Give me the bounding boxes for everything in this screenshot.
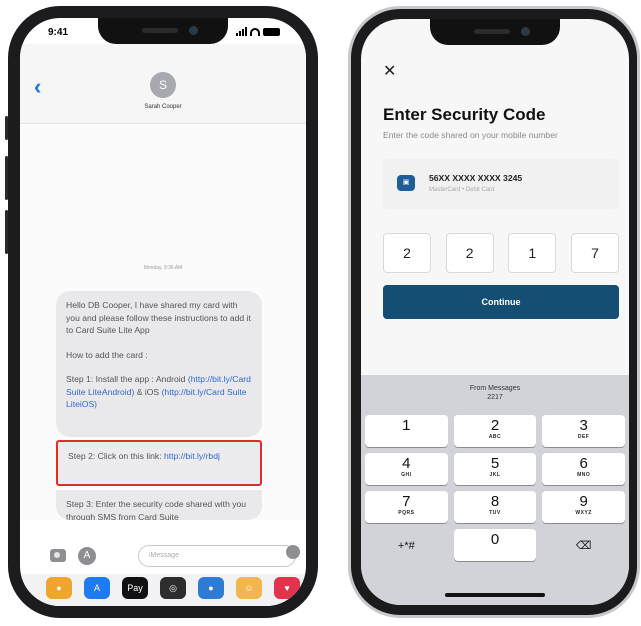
message-input[interactable]: iMessage: [138, 545, 296, 567]
message-step1: Step 1: Install the app : Android (http:…: [66, 374, 251, 409]
conversation-body: Monday, 9:36 AM Hello DB Cooper, I have …: [20, 125, 306, 520]
key-0[interactable]: 0: [453, 529, 537, 561]
apple-pay-icon[interactable]: Pay: [122, 577, 148, 599]
notch: [98, 18, 228, 44]
signal-icon: [236, 27, 247, 36]
messages-screen: 9:41 ‹ S Sarah Cooper Monday, 9:36 AM He…: [20, 18, 306, 606]
left-phone: 9:41 ‹ S Sarah Cooper Monday, 9:36 AM He…: [5, 6, 318, 618]
keypad-grid: 1 2 ABC 3 DEF 4 GHI 5 JKL 6 MNO 7 PQRS 8 TUV 9 WXYZ +*# 0 ⌫: [365, 415, 625, 561]
code-input-row: 2 2 1 7: [383, 233, 619, 273]
card-number: 56XX XXXX XXXX 3245: [429, 173, 523, 183]
app-store-drawer-icon[interactable]: A: [84, 577, 110, 599]
key-1[interactable]: 1: [365, 415, 448, 447]
volume-down-button: [5, 210, 8, 254]
key-symbols[interactable]: +*#: [365, 529, 448, 561]
contact-name[interactable]: Sarah Cooper: [20, 104, 306, 110]
suggestion-label: From Messages: [469, 385, 521, 392]
chevron-left-icon[interactable]: ‹: [34, 74, 41, 100]
memoji-icon[interactable]: ●: [198, 577, 224, 599]
code-digit-4[interactable]: 7: [570, 233, 619, 273]
home-indicator: [445, 593, 545, 597]
notch: [430, 19, 560, 45]
avatar[interactable]: S: [150, 72, 176, 98]
page-title: Enter Security Code: [383, 105, 546, 124]
message-greeting: Hello DB Cooper, I have shared my card w…: [66, 300, 251, 335]
key-2[interactable]: 2 ABC: [453, 415, 537, 447]
app-drawer: ● A Pay ◎ ● ☺ ♥: [20, 574, 306, 606]
key-7[interactable]: 7 PQRS: [365, 491, 448, 523]
status-time: 9:41: [48, 27, 69, 38]
message-bubble: Hello DB Cooper, I have shared my card w…: [56, 291, 262, 437]
card-type: MasterCard • Debit Card: [429, 187, 495, 193]
backspace-icon[interactable]: ⌫: [542, 529, 625, 561]
key-5[interactable]: 5 JKL: [453, 453, 537, 485]
mute-switch: [5, 116, 8, 140]
animoji-icon[interactable]: ☺: [236, 577, 262, 599]
security-code-screen: ✕ Enter Security Code Enter the code sha…: [361, 19, 629, 605]
conversation-header: ‹ S Sarah Cooper: [20, 44, 306, 124]
autofill-suggestion[interactable]: From Messages 2217: [361, 375, 629, 411]
key-6[interactable]: 6 MNO: [542, 453, 625, 485]
right-phone: ✕ Enter Security Code Enter the code sha…: [348, 6, 640, 618]
photos-icon[interactable]: ●: [46, 577, 72, 599]
key-8[interactable]: 8 TUV: [453, 491, 537, 523]
page-subtitle: Enter the code shared on your mobile num…: [383, 130, 558, 140]
fitness-icon[interactable]: ◎: [160, 577, 186, 599]
card-icon: ▣: [397, 175, 415, 191]
message-step3: Step 3: Enter the security code shared w…: [56, 490, 262, 520]
card-summary: ▣ 56XX XXXX XXXX 3245 MasterCard • Debit…: [383, 159, 619, 209]
code-digit-2[interactable]: 2: [445, 233, 494, 273]
audio-icon[interactable]: [286, 545, 300, 559]
code-digit-3[interactable]: 1: [508, 233, 557, 273]
camera-icon[interactable]: [50, 549, 66, 562]
suggestion-code: 2217: [487, 394, 503, 401]
numeric-keyboard: From Messages 2217 1 2 ABC 3 DEF 4 GHI 5 JKL 6 MNO…: [361, 375, 629, 605]
card-link[interactable]: http://bit.ly/rbdj: [164, 451, 220, 461]
continue-button[interactable]: Continue: [383, 285, 619, 319]
volume-up-button: [5, 156, 8, 200]
battery-icon: [263, 27, 280, 36]
key-4[interactable]: 4 GHI: [365, 453, 448, 485]
message-step2-highlight: Step 2: Click on this link: http://bit.l…: [56, 440, 262, 486]
code-digit-1[interactable]: 2: [383, 233, 431, 273]
message-composer: A iMessage: [20, 542, 306, 570]
key-9[interactable]: 9 WXYZ: [542, 491, 625, 523]
key-3[interactable]: 3 DEF: [542, 415, 625, 447]
message-timestamp: Monday, 9:36 AM: [143, 265, 183, 271]
wifi-icon: [250, 27, 260, 36]
digital-touch-icon[interactable]: ♥: [274, 577, 300, 599]
close-icon[interactable]: ✕: [383, 61, 396, 81]
message-how-to: How to add the card :: [66, 349, 148, 360]
app-store-icon[interactable]: A: [78, 547, 96, 565]
